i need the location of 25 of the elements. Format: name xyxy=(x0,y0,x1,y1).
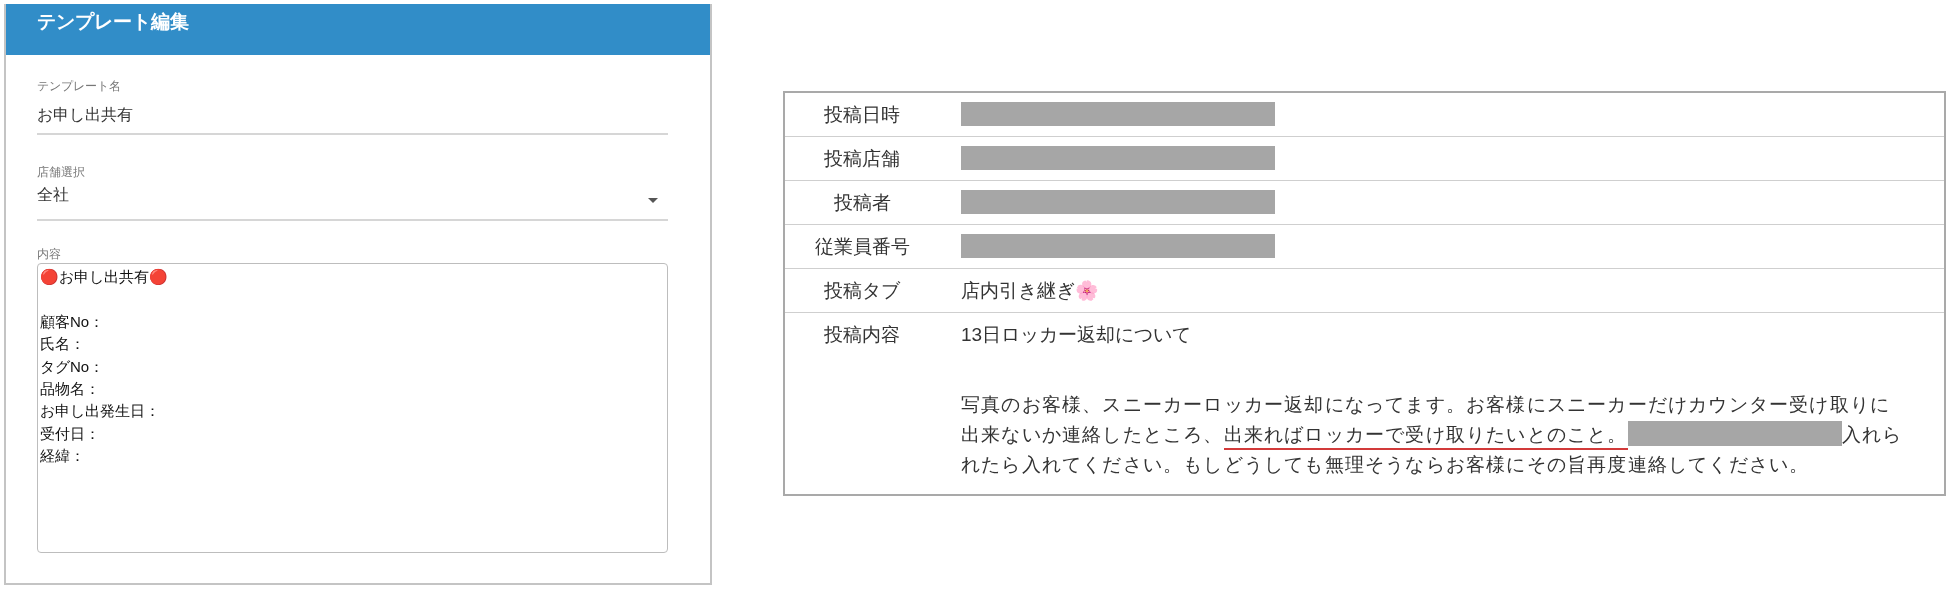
content-field[interactable]: 🔴お申し出共有🔴 顧客No： 氏名： タグNo： 品物名： お申し出発生日： 受付日： 経緯： xyxy=(37,263,668,553)
row-label: 投稿店舗 xyxy=(824,148,900,169)
panel-title: テンプレート編集 xyxy=(37,11,189,32)
field-label: 内容 xyxy=(37,246,62,263)
text-line: 顧客No： xyxy=(40,311,106,332)
post-title: 13日ロッカー返却について xyxy=(961,323,1192,347)
field-label: テンプレート名 xyxy=(37,78,122,95)
row-label: 従業員番号 xyxy=(814,236,910,257)
row-label: 投稿タブ xyxy=(824,280,900,301)
text-line: 🔴お申し出共有🔴 xyxy=(40,267,169,287)
row-label: 投稿内容 xyxy=(824,324,900,345)
row-label: 投稿日時 xyxy=(824,104,900,125)
select-field[interactable]: 全社 xyxy=(37,181,668,221)
field-label: 店舗選択 xyxy=(37,164,86,181)
post-body: 写真のお客様、スニーカーロッカー返却になってます。お客様にスニーカーだけカウンター受け取りに出来ないか連絡したところ、出来ればロッカーで受け取りたいとのこと。 入れられたら入れてください。もしどうしても無理そうならお客様にその旨再度連絡してください。 xyxy=(961,393,1904,477)
text-line: タグNo： xyxy=(40,356,106,377)
text-field[interactable]: お申し出共有 xyxy=(37,95,668,135)
caret-icon xyxy=(648,198,658,203)
row-label: 投稿者 xyxy=(833,192,891,213)
text-line: 受付日： xyxy=(40,423,101,444)
text-line: お申し出発生日： xyxy=(40,401,161,422)
text-line: 氏名： xyxy=(40,334,86,355)
text-line: 品物名： xyxy=(40,379,101,399)
value-text: 店内引き継ぎ🌸 xyxy=(961,279,1099,303)
text-line: 経緯： xyxy=(40,446,86,467)
